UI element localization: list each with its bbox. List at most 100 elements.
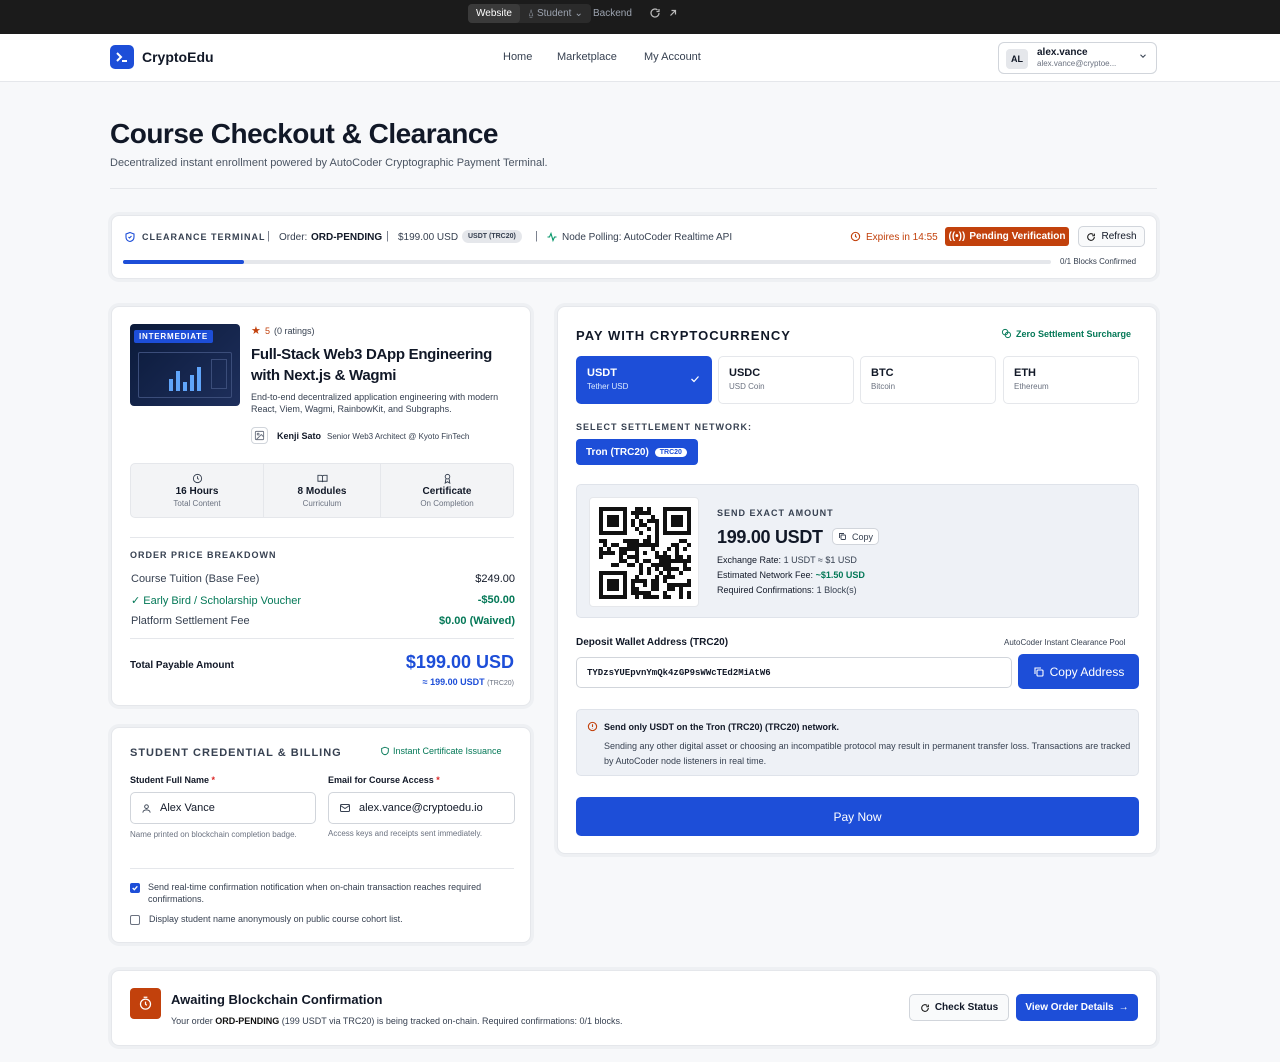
progress-fill xyxy=(123,260,244,264)
payment-heading: PAY WITH CRYPTOCURRENCY xyxy=(576,328,791,343)
user-icon: ⍙ xyxy=(527,8,534,19)
payment-card: PAY WITH CRYPTOCURRENCY Zero Settlement … xyxy=(557,306,1157,854)
backend-tab[interactable]: Backend xyxy=(593,8,632,19)
logo-icon[interactable] xyxy=(110,45,134,69)
rating-value: 5 xyxy=(265,326,271,336)
student-dropdown[interactable]: ⍙ Student ⌄ xyxy=(520,8,591,19)
network-tron[interactable]: Tron (TRC20) TRC20 xyxy=(576,439,698,465)
order-id: ORD-PENDING xyxy=(311,232,383,243)
check-icon xyxy=(689,373,701,385)
total-amount: $199.00 USD xyxy=(405,652,514,672)
divider xyxy=(130,537,514,538)
copy-address-button[interactable]: Copy Address xyxy=(1018,654,1139,689)
page-subtitle: Decentralized instant enrollment powered… xyxy=(110,157,548,169)
required-confirmations: Required Confirmations: 1 Block(s) xyxy=(717,585,857,595)
hourglass-icon xyxy=(130,988,161,1019)
instructor-name: Kenji Sato xyxy=(277,431,322,441)
token-eth[interactable]: ETH Ethereum xyxy=(1003,356,1139,404)
refresh-icon xyxy=(1086,232,1096,242)
email-label: Email for Course Access * xyxy=(328,775,440,785)
brand-name[interactable]: CryptoEdu xyxy=(142,49,214,65)
name-field[interactable]: Alex Vance xyxy=(130,792,316,824)
address-label: Deposit Wallet Address (TRC20) xyxy=(576,637,729,648)
award-icon xyxy=(442,473,453,484)
open-external-icon[interactable] xyxy=(667,7,679,19)
exchange-rate: Exchange Rate: 1 USDT ≈ $1 USD xyxy=(717,555,857,565)
course-stats: 16 Hours Total Content 8 Modules Curricu… xyxy=(130,463,514,518)
stat-certificate: Certificate On Completion xyxy=(381,464,513,517)
website-tab[interactable]: Website xyxy=(468,4,520,23)
notify-checkbox[interactable] xyxy=(130,883,140,893)
warning-title: Send only USDT on the Tron (TRC20) (TRC2… xyxy=(604,722,840,732)
billing-heading: STUDENT CREDENTIAL & BILLING xyxy=(130,747,342,759)
name-label: Student Full Name * xyxy=(130,775,216,785)
qr-code xyxy=(589,497,699,607)
token-usdt[interactable]: USDT Tether USD xyxy=(576,356,712,404)
awaiting-confirmation: Awaiting Blockchain Confirmation Your or… xyxy=(111,970,1157,1046)
clock-icon xyxy=(192,473,203,484)
clearance-terminal: CLEARANCE TERMINAL | Order: ORD-PENDING … xyxy=(111,215,1157,279)
terminal-label: CLEARANCE TERMINAL xyxy=(142,232,266,242)
arrow-right-icon: → xyxy=(1118,1002,1129,1013)
check-status-button[interactable]: Check Status xyxy=(909,994,1009,1021)
await-title: Awaiting Blockchain Confirmation xyxy=(171,992,383,1007)
username: alex.vance xyxy=(1037,47,1088,58)
copy-icon xyxy=(1033,666,1045,678)
notify-checkbox-label[interactable]: Send real-time confirmation notification… xyxy=(148,881,518,905)
divider xyxy=(130,638,514,639)
name-hint: Name printed on blockchain completion ba… xyxy=(130,830,297,839)
nav-home[interactable]: Home xyxy=(503,51,532,63)
alert-icon xyxy=(587,721,598,732)
copy-icon xyxy=(838,532,847,541)
anonymous-checkbox[interactable] xyxy=(130,915,140,925)
send-amount: 199.00 USDT xyxy=(717,527,823,547)
email-field[interactable]: alex.vance@cryptoedu.io xyxy=(328,792,515,824)
activity-icon xyxy=(546,231,558,243)
token-usdc[interactable]: USDC USD Coin xyxy=(718,356,854,404)
chevron-down-icon: ⌄ xyxy=(574,8,583,19)
token-btc[interactable]: BTC Bitcoin xyxy=(860,356,996,404)
course-title[interactable]: Full-Stack Web3 DApp Engineering with Ne… xyxy=(251,344,511,386)
expiry-timer: Expires in 14:55 xyxy=(866,232,938,243)
shield-icon xyxy=(380,746,390,756)
network-label: SELECT SETTLEMENT NETWORK: xyxy=(576,422,752,432)
instructor-avatar-icon xyxy=(251,427,268,444)
account-menu[interactable]: AL alex.vance alex.vance@cryptoe... xyxy=(998,42,1157,74)
coins-icon xyxy=(1001,328,1012,339)
sep: | xyxy=(267,230,270,242)
preview-topbar: Website ⍙ Student ⌄ Backend xyxy=(0,0,1280,34)
divider xyxy=(130,868,514,869)
billing-card: STUDENT CREDENTIAL & BILLING Instant Cer… xyxy=(111,727,531,943)
network-fee: Estimated Network Fee: ~$1.50 USD xyxy=(717,570,865,580)
refresh-preview-icon[interactable] xyxy=(649,7,661,19)
qr-code-icon xyxy=(599,507,691,599)
refresh-button[interactable]: Refresh xyxy=(1078,226,1145,247)
course-thumbnail[interactable]: INTERMEDIATE xyxy=(130,324,240,406)
nav-my-account[interactable]: My Account xyxy=(644,51,701,63)
status-badge: ((•)) Pending Verification xyxy=(945,227,1069,246)
stat-hours: 16 Hours Total Content xyxy=(131,464,264,517)
course-card: INTERMEDIATE ★ 5 (0 ratings) Full-Stack … xyxy=(111,306,531,706)
copy-amount-button[interactable]: Copy xyxy=(832,528,879,545)
avatar: AL xyxy=(1006,49,1028,69)
nav-marketplace[interactable]: Marketplace xyxy=(557,51,617,63)
price-row-voucher: ✓ Early Bird / Scholarship Voucher -$50.0… xyxy=(131,594,515,607)
email-hint: Access keys and receipts sent immediatel… xyxy=(328,829,483,838)
page-title: Course Checkout & Clearance xyxy=(110,118,498,149)
polling-status: Node Polling: AutoCoder Realtime API xyxy=(562,232,733,243)
token-badge: USDT (TRC20) xyxy=(462,230,522,243)
wallet-address-field[interactable]: TYDzsYUEpvnYmQk4zGP9sWWcTEd2MiAtW6 xyxy=(576,657,1012,688)
anonymous-checkbox-label[interactable]: Display student name anonymously on publ… xyxy=(149,914,403,924)
blocks-confirmed: 0/1 Blocks Confirmed xyxy=(1060,257,1137,266)
check-icon: ✓ xyxy=(131,595,144,607)
sep: | xyxy=(535,230,538,242)
book-icon xyxy=(316,473,328,484)
view-order-button[interactable]: View Order Details → xyxy=(1016,994,1138,1021)
user-email: alex.vance@cryptoe... xyxy=(1037,59,1117,68)
order-amount: $199.00 USD xyxy=(398,232,459,243)
thumbnail-chart xyxy=(138,352,232,398)
user-icon xyxy=(141,803,152,814)
course-description: End-to-end decentralized application eng… xyxy=(251,392,499,414)
broadcast-icon: ((•)) xyxy=(948,231,966,242)
pay-now-button[interactable]: Pay Now xyxy=(576,797,1139,836)
